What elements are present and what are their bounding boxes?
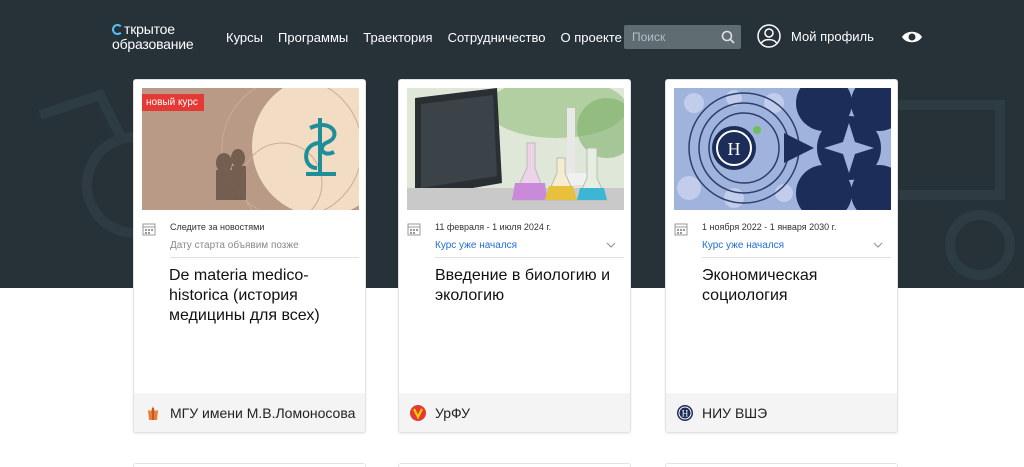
site-logo[interactable]: ткрытое образование bbox=[112, 21, 194, 52]
course-dates: 1 ноября 2022 - 1 января 2030 г. bbox=[702, 222, 837, 232]
accessibility-eye-icon[interactable] bbox=[901, 29, 923, 45]
nav-programs[interactable]: Программы bbox=[278, 30, 348, 45]
course-card-next[interactable] bbox=[133, 463, 366, 467]
user-avatar-icon bbox=[757, 24, 781, 48]
course-image bbox=[407, 88, 624, 210]
course-card[interactable]: Н 1 ноября 2022 - 1 января 2030 г. Курс … bbox=[665, 79, 898, 433]
course-status[interactable]: Курс уже начался bbox=[435, 240, 517, 251]
course-image: новый курс bbox=[142, 88, 359, 210]
logo-text-line2: образование bbox=[112, 36, 194, 52]
course-title[interactable]: Введение в биологию и экологию bbox=[435, 266, 625, 306]
nav-cooperation[interactable]: Сотрудничество bbox=[448, 30, 546, 45]
new-course-badge: новый курс bbox=[142, 94, 204, 111]
university-name[interactable]: МГУ имени М.В.Ломоносова bbox=[170, 405, 355, 421]
nav-trajectory[interactable]: Траектория bbox=[363, 30, 432, 45]
chevron-down-icon[interactable] bbox=[873, 240, 883, 250]
hse-logo-icon: Н bbox=[677, 405, 693, 421]
svg-text:Н: Н bbox=[682, 409, 689, 419]
divider bbox=[170, 257, 359, 258]
course-dates: Следите за новостями bbox=[170, 222, 265, 232]
course-image: Н bbox=[674, 88, 891, 210]
course-status[interactable]: Курс уже начался bbox=[702, 240, 784, 251]
course-title[interactable]: De materia medico-historica (история мед… bbox=[169, 266, 359, 326]
divider bbox=[435, 257, 624, 258]
calendar-icon bbox=[674, 223, 688, 236]
course-dates: 11 февраля - 1 июля 2024 г. bbox=[435, 222, 552, 232]
divider bbox=[702, 257, 891, 258]
nav-about[interactable]: О проекте bbox=[560, 30, 621, 45]
university-name[interactable]: НИУ ВШЭ bbox=[702, 405, 767, 421]
university-name[interactable]: УрФУ bbox=[435, 405, 470, 421]
urfu-logo-icon bbox=[410, 405, 426, 421]
course-status: Дату старта объявим позже bbox=[170, 240, 299, 251]
logo-text-line1: ткрытое bbox=[124, 21, 175, 37]
svg-text:Н: Н bbox=[728, 139, 741, 159]
chevron-down-icon[interactable] bbox=[606, 240, 616, 250]
course-title[interactable]: Экономическая социология bbox=[702, 266, 892, 306]
profile-label: Мой профиль bbox=[791, 28, 874, 44]
logo-circle-icon bbox=[112, 24, 123, 35]
calendar-icon bbox=[407, 223, 421, 236]
course-card-next[interactable] bbox=[398, 463, 631, 467]
msu-logo-icon bbox=[148, 406, 158, 420]
course-provider: МГУ имени М.В.Ломоносова bbox=[134, 393, 365, 432]
top-navigation: ткрытое образование Курсы Программы Трае… bbox=[0, 0, 1024, 75]
search-input[interactable] bbox=[624, 25, 719, 49]
course-provider: Н НИУ ВШЭ bbox=[666, 393, 897, 432]
search-box bbox=[624, 25, 741, 49]
main-nav: Курсы Программы Траектория Сотрудничеств… bbox=[226, 30, 622, 45]
profile-link[interactable]: Мой профиль bbox=[757, 24, 874, 48]
search-icon[interactable] bbox=[721, 30, 735, 44]
calendar-icon bbox=[142, 223, 156, 236]
course-card-next[interactable] bbox=[665, 463, 898, 467]
course-card[interactable]: 11 февраля - 1 июля 2024 г. Курс уже нач… bbox=[398, 79, 631, 433]
course-card[interactable]: новый курс Следите за новостями Дату ста… bbox=[133, 79, 366, 433]
nav-courses[interactable]: Курсы bbox=[226, 30, 263, 45]
course-provider: УрФУ bbox=[399, 393, 630, 432]
